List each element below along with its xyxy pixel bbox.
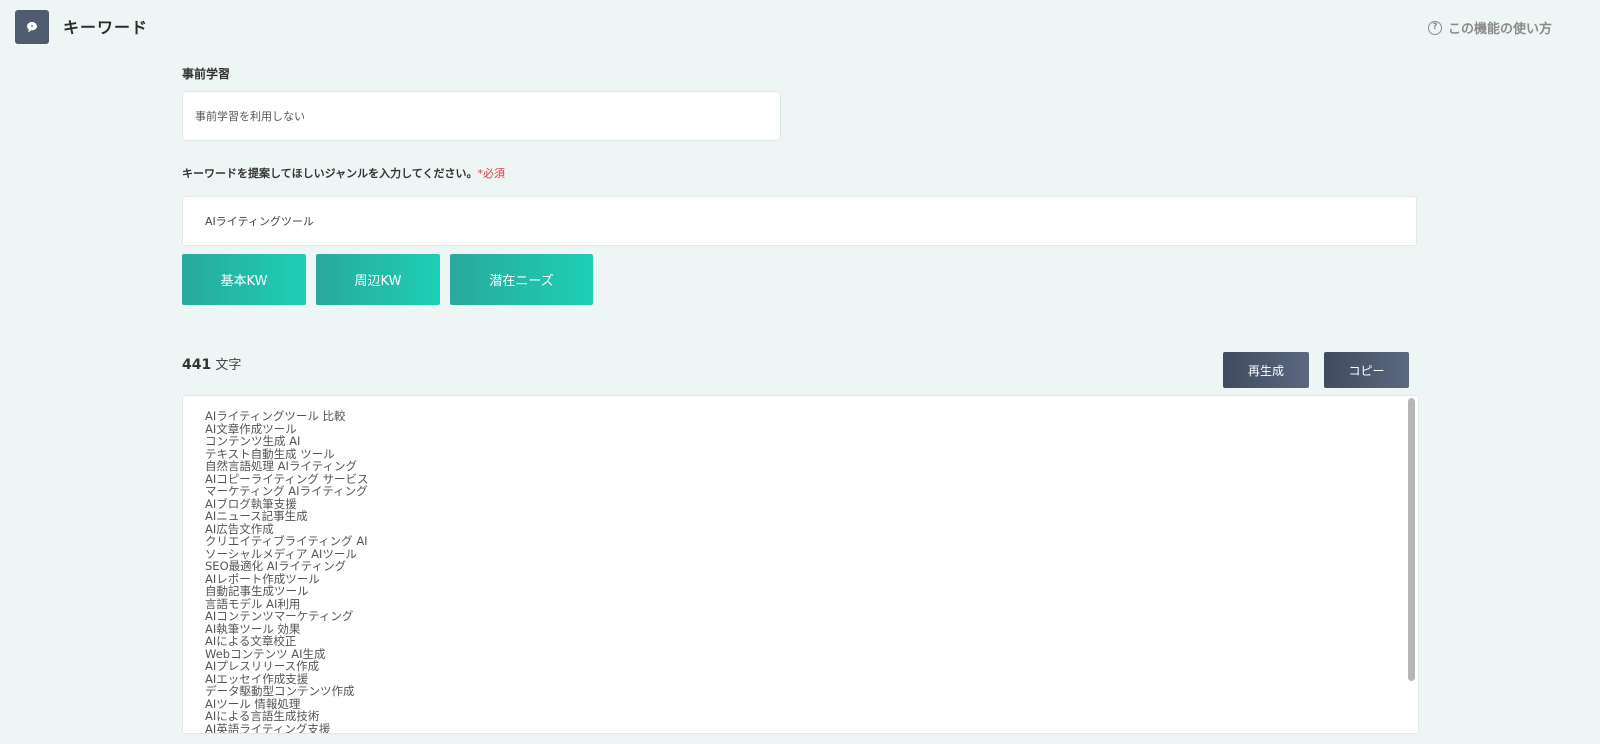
keyword-page: キーワード ? この機能の使い方 事前学習 事前学習を利用しない キーワードを提… <box>0 0 1600 744</box>
result-line: データ駆動型コンテンツ作成 <box>205 684 355 698</box>
result-line: SEO最適化 AIライティング <box>205 559 347 573</box>
result-line: AIコンテンツマーケティング <box>205 609 354 623</box>
pretrain-select-value: 事前学習を利用しない <box>195 110 305 123</box>
genre-label-text: キーワードを提案してほしいジャンルを入力してください。 <box>182 167 478 180</box>
result-line: 自然言語処理 AIライティング <box>205 459 357 473</box>
result-line: AI文章作成ツール <box>205 421 297 436</box>
pretrain-select[interactable]: 事前学習を利用しない <box>182 91 781 141</box>
result-line: AIエッセイ作成支援 <box>205 671 309 686</box>
help-link-label: この機能の使い方 <box>1447 22 1552 37</box>
result-line: AIライティングツール 比較 <box>205 409 346 423</box>
result-line: AIコピーライティング サービス <box>205 471 369 486</box>
page-title: キーワード <box>63 18 149 37</box>
result-line: コンテンツ生成 AI <box>205 434 301 448</box>
regenerate-button[interactable]: 再生成 <box>1223 352 1309 388</box>
result-line: AIレポート作成ツール <box>205 571 320 586</box>
genre-label: キーワードを提案してほしいジャンルを入力してください。*必須 <box>182 165 505 181</box>
char-count-unit: 文字 <box>211 358 242 373</box>
scrollbar[interactable] <box>1408 398 1415 731</box>
copy-button[interactable]: コピー <box>1324 352 1409 388</box>
result-line: Webコンテンツ AI生成 <box>205 646 326 661</box>
result-line: AIによる文章校正 <box>205 634 297 648</box>
required-mark: *必須 <box>477 167 505 180</box>
char-count-number: 441 <box>182 357 212 373</box>
genre-input[interactable] <box>182 196 1417 246</box>
result-line: 言語モデル AI利用 <box>205 596 301 611</box>
question-circle-icon: ? <box>1427 20 1442 35</box>
result-line: AIツール 情報処理 <box>205 696 301 711</box>
speech-bubble-icon <box>15 10 49 44</box>
result-text: AIライティングツール 比較 AI文章作成ツール コンテンツ生成 AI テキスト自動生… <box>205 409 1398 734</box>
result-line: AI広告文作成 <box>205 521 274 536</box>
pretrain-label: 事前学習 <box>182 67 231 81</box>
result-line: AIによる言語生成技術 <box>205 709 320 723</box>
result-line: AIニュース記事生成 <box>205 509 308 523</box>
latent-needs-button[interactable]: 潜在ニーズ <box>450 254 593 305</box>
char-count: 441 文字 <box>182 354 241 373</box>
result-line: クリエイティブライティング AI <box>205 534 368 548</box>
result-line: 自動記事生成ツール <box>205 584 309 598</box>
result-textarea[interactable]: AIライティングツール 比較 AI文章作成ツール コンテンツ生成 AI テキスト自動生… <box>182 395 1419 734</box>
scrollbar-thumb[interactable] <box>1408 398 1415 681</box>
around-kw-button[interactable]: 周辺KW <box>316 254 440 305</box>
result-line: ソーシャルメディア AIツール <box>205 546 357 561</box>
help-link[interactable]: ? この機能の使い方 <box>1427 18 1552 37</box>
basic-kw-button[interactable]: 基本KW <box>182 254 306 305</box>
result-line: マーケティング AIライティング <box>205 484 368 498</box>
result-line: AIプレスリリース作成 <box>205 659 320 673</box>
result-line: AIブログ執筆支援 <box>205 496 297 511</box>
result-line: AI英語ライティング支援 <box>205 721 331 734</box>
result-line: テキスト自動生成 ツール <box>205 446 335 461</box>
result-line: AI執筆ツール 効果 <box>205 621 301 636</box>
